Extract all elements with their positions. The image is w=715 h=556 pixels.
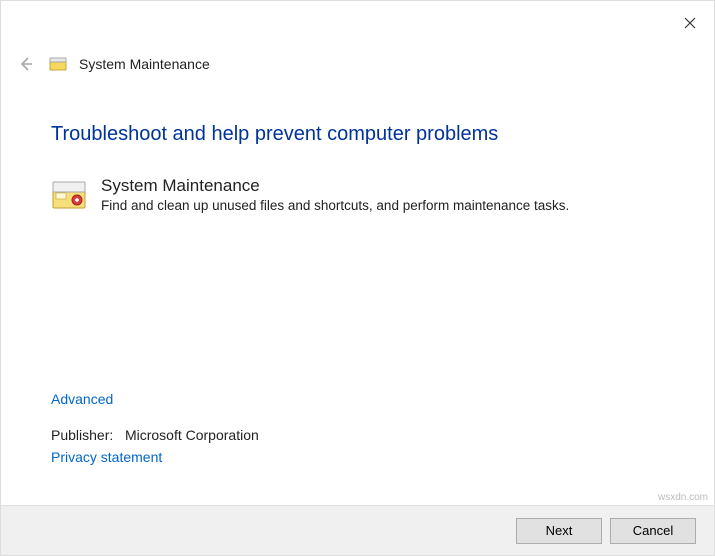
advanced-link[interactable]: Advanced <box>51 391 113 407</box>
window-title: System Maintenance <box>79 56 210 72</box>
system-maintenance-icon <box>51 176 87 212</box>
troubleshooter-icon <box>49 55 67 73</box>
privacy-statement-link[interactable]: Privacy statement <box>51 449 162 465</box>
back-button[interactable] <box>15 53 37 75</box>
troubleshooter-item: System Maintenance Find and clean up unu… <box>51 176 664 213</box>
publisher-value: Microsoft Corporation <box>125 427 259 443</box>
item-description: Find and clean up unused files and short… <box>101 198 664 213</box>
main-heading: Troubleshoot and help prevent computer p… <box>51 123 664 146</box>
close-button[interactable] <box>678 11 702 35</box>
back-arrow-icon <box>17 55 35 73</box>
item-title: System Maintenance <box>101 176 664 196</box>
publisher-line: Publisher: Microsoft Corporation <box>51 427 664 443</box>
header-bar: System Maintenance <box>1 39 714 79</box>
publisher-label: Publisher: <box>51 427 113 443</box>
watermark-text: wsxdn.com <box>658 492 708 503</box>
footer-bar: Next Cancel <box>1 505 714 555</box>
close-icon <box>684 17 696 29</box>
next-button[interactable]: Next <box>516 518 602 544</box>
cancel-button[interactable]: Cancel <box>610 518 696 544</box>
